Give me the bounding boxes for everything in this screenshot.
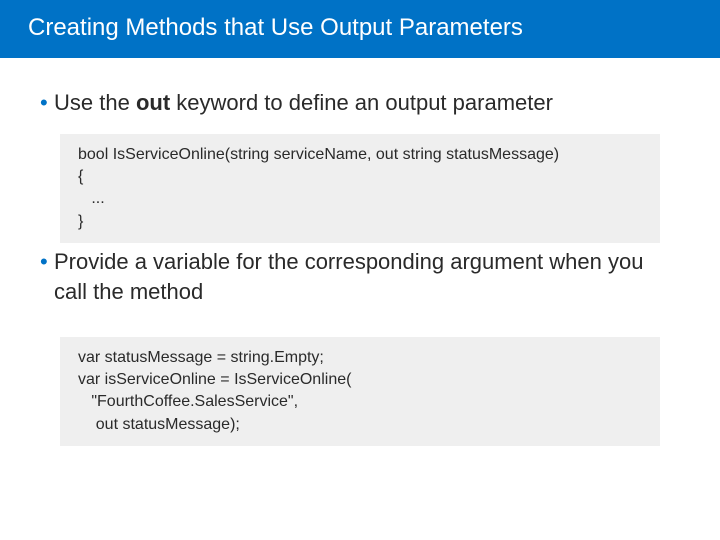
bullet-item-2: Provide a variable for the corresponding… (40, 247, 680, 306)
slide-content: Use the out keyword to define an output … (0, 58, 720, 446)
bullet1-keyword: out (136, 90, 170, 115)
code-block-2: var statusMessage = string.Empty; var is… (60, 337, 660, 447)
slide-title: Creating Methods that Use Output Paramet… (0, 0, 720, 58)
bullet1-text-pre: Use the (54, 90, 136, 115)
bullet1-text-post: keyword to define an output parameter (170, 90, 553, 115)
code-block-1: bool IsServiceOnline(string serviceName,… (60, 134, 660, 244)
bullet-item-1: Use the out keyword to define an output … (40, 88, 680, 118)
